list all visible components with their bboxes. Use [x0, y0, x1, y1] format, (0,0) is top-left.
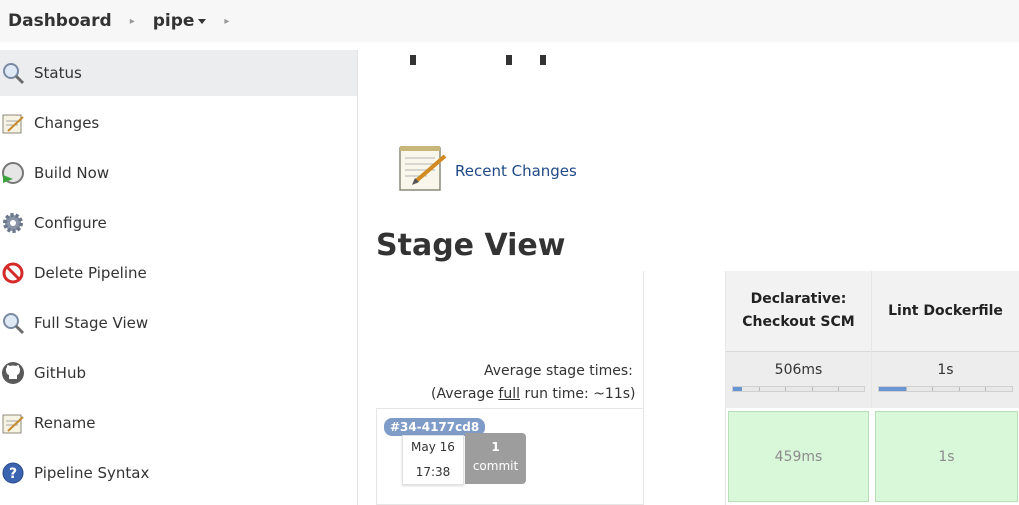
notepad-icon	[0, 410, 26, 436]
sidebar-item-label: Full Stage View	[34, 314, 149, 332]
sidebar-item-build-now[interactable]: Build Now	[0, 150, 357, 196]
stage-table-spacer-column	[644, 271, 726, 505]
main-content: Recent Changes Stage View Average stage …	[359, 42, 1019, 505]
sidebar-item-label: Pipeline Syntax	[34, 464, 150, 482]
sidebar-item-full-stage-view[interactable]: Full Stage View	[0, 300, 357, 346]
stage-average-time: 1s	[937, 362, 954, 378]
stage-average-checkout-scm: 506ms	[726, 351, 872, 408]
magnifier-icon	[0, 60, 26, 86]
sidebar-item-label: Rename	[34, 414, 96, 432]
average-run-time-label: (Average full run time: ~11s)	[431, 386, 636, 402]
notepad-icon	[0, 110, 26, 136]
bar-tick	[759, 387, 761, 391]
average-run-time-prefix: (Average	[431, 386, 499, 402]
stage-average-bar-fill	[733, 387, 743, 391]
average-stage-times-label: Average stage times:	[484, 363, 633, 379]
sidebar-item-changes[interactable]: Changes	[0, 100, 357, 146]
page-title-clipped	[404, 32, 574, 86]
recent-changes-label: Recent Changes	[455, 161, 577, 180]
commit-count: 1	[491, 440, 500, 454]
sidebar-item-pipeline-syntax[interactable]: ? Pipeline Syntax	[0, 450, 357, 496]
stage-average-time: 506ms	[774, 362, 823, 378]
sidebar-item-label: Changes	[34, 114, 100, 132]
bar-tick	[785, 387, 787, 391]
full-link[interactable]: full	[498, 386, 520, 402]
breadcrumb-pipe-link[interactable]: pipe	[153, 11, 207, 31]
svg-text:?: ?	[9, 466, 17, 482]
sidebar-item-github[interactable]: GitHub	[0, 350, 357, 396]
github-icon	[0, 360, 26, 386]
sidebar-item-label: Delete Pipeline	[34, 264, 147, 282]
stage-cell-checkout-scm[interactable]: 459ms	[728, 411, 869, 502]
stage-average-bar	[878, 386, 1013, 392]
build-time: 17:38	[415, 465, 451, 479]
bar-tick	[837, 387, 839, 391]
sidebar-item-label: Status	[34, 64, 82, 82]
stage-header-line: Lint Dockerfile	[888, 302, 1003, 319]
commit-count-box[interactable]: 1 commit	[465, 433, 526, 484]
recent-changes-link[interactable]: Recent Changes	[397, 142, 577, 199]
stage-average-bar-fill	[879, 387, 906, 391]
stage-view-table: Declarative: Checkout SCM Lint Dockerfil…	[643, 271, 1019, 505]
breadcrumb-pipe-label: pipe	[152, 11, 195, 31]
commit-word: commit	[472, 459, 519, 473]
stage-header-lint-dockerfile: Lint Dockerfile	[872, 271, 1019, 351]
help-icon: ?	[0, 460, 26, 486]
magnifier-icon	[0, 310, 26, 336]
sidebar-item-label: GitHub	[34, 364, 86, 382]
breadcrumb-chevron-icon: ▸	[224, 15, 230, 27]
stage-header-line: Checkout SCM	[742, 314, 855, 330]
sidebar-item-label: Build Now	[34, 164, 110, 182]
stage-cell-lint-dockerfile[interactable]: 1s	[875, 411, 1018, 502]
stage-view-title: Stage View	[376, 228, 566, 263]
bar-tick	[905, 387, 907, 391]
stage-header-line: Declarative:	[750, 291, 847, 307]
stage-average-bar	[732, 386, 865, 392]
stage-header-checkout-scm: Declarative: Checkout SCM	[726, 271, 872, 351]
stage-header-label: Declarative: Checkout SCM	[742, 288, 854, 334]
bar-tick	[985, 387, 987, 391]
bar-tick	[811, 387, 813, 391]
sidebar: Status Changes Build Now Configure Delet…	[0, 50, 358, 505]
average-run-time-suffix: run time: ~11s)	[520, 386, 636, 402]
build-date: May 16	[411, 440, 455, 454]
no-entry-icon	[0, 260, 26, 286]
build-date-box: May 16 17:38	[402, 435, 464, 485]
bar-tick	[932, 387, 934, 391]
sidebar-item-configure[interactable]: Configure	[0, 200, 357, 246]
build-row: #34-4177cd8 May 16 17:38 1 commit	[376, 408, 643, 505]
breadcrumb-dashboard-link[interactable]: Dashboard	[8, 11, 112, 31]
sidebar-item-label: Configure	[34, 214, 107, 232]
stage-run-time: 459ms	[774, 448, 823, 465]
stage-run-time: 1s	[938, 448, 955, 465]
notepad-icon	[397, 142, 449, 199]
clock-play-icon	[0, 160, 26, 186]
stage-average-lint-dockerfile: 1s	[872, 351, 1019, 408]
sidebar-item-rename[interactable]: Rename	[0, 400, 357, 446]
gear-icon	[0, 210, 26, 236]
dropdown-caret-icon[interactable]	[198, 18, 207, 24]
breadcrumb-chevron-icon: ▸	[129, 15, 135, 27]
bar-tick	[958, 387, 960, 391]
sidebar-item-status[interactable]: Status	[0, 50, 357, 96]
sidebar-item-delete-pipeline[interactable]: Delete Pipeline	[0, 250, 357, 296]
